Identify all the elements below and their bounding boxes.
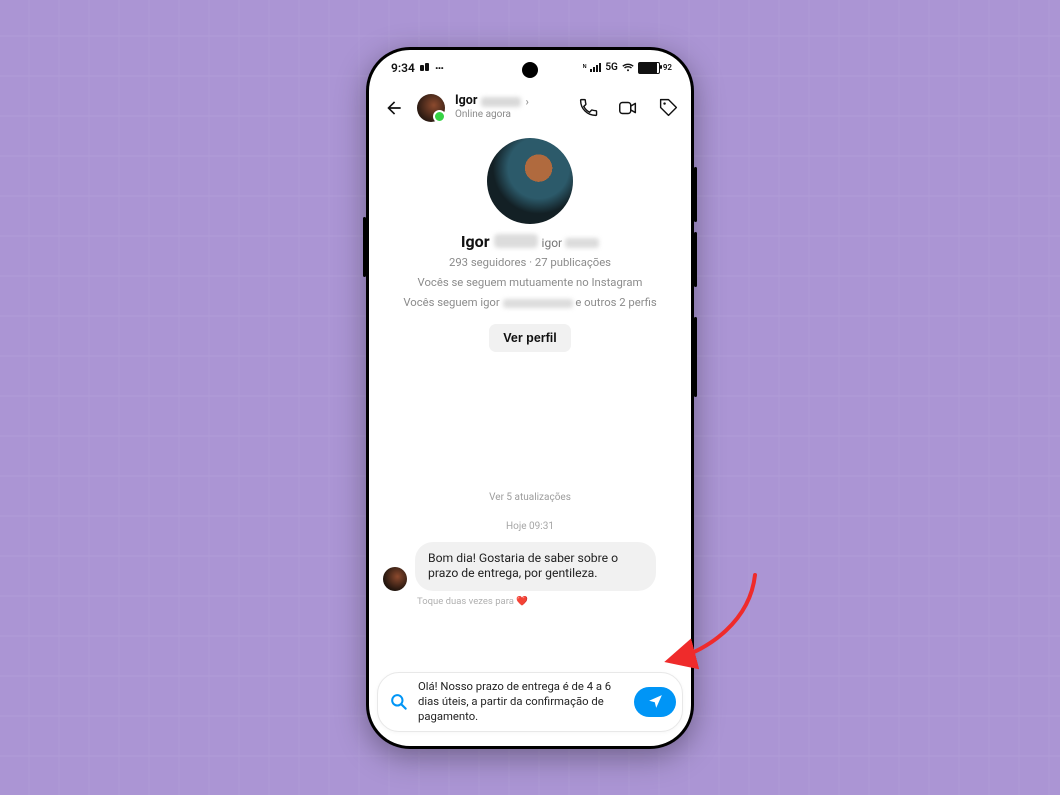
message-composer[interactable]: Olá! Nosso prazo de entrega é de 4 a 6 d…: [377, 672, 683, 732]
view-profile-button[interactable]: Ver perfil: [489, 324, 571, 352]
power-button: [694, 317, 697, 397]
video-call-button[interactable]: [617, 97, 639, 119]
thread-timestamp: Hoje 09:31: [369, 521, 691, 532]
incoming-message-row: Bom dia! Gostaria de saber sobre o prazo…: [369, 532, 691, 592]
network-label: 5G: [605, 62, 618, 73]
volume-down-button: [694, 232, 697, 287]
signal-icon: [590, 63, 601, 72]
header-name-redacted: [481, 97, 521, 107]
header-status: Online agora: [455, 110, 567, 120]
audio-call-button[interactable]: [577, 97, 599, 119]
chevron-right-icon: ›: [525, 96, 528, 107]
profile-name-redacted: [494, 234, 538, 248]
status-notification-icon: [420, 63, 430, 73]
phone-frame: 9:34 ··· ᴺ 5G 92: [366, 47, 694, 749]
profile-stats: 293 seguidores · 27 publicações: [397, 255, 663, 271]
message-avatar[interactable]: [383, 567, 407, 591]
profile-mutual-2b: e outros 2 perfis: [575, 296, 656, 309]
profile-mutual-2a: Vocês seguem igor: [403, 296, 499, 309]
status-more-icon: ···: [435, 61, 443, 75]
chat-body[interactable]: Igor igor 293 seguidores · 27 publicaçõe…: [369, 132, 691, 674]
volume-up-button: [694, 167, 697, 222]
send-icon: [647, 693, 664, 710]
side-key: [363, 217, 366, 277]
profile-mutual-1: Vocês se seguem mutuamente no Instagram: [397, 275, 663, 291]
tag-button[interactable]: [657, 97, 679, 119]
header-avatar[interactable]: [417, 94, 445, 122]
composer-text[interactable]: Olá! Nosso prazo de entrega é de 4 a 6 d…: [418, 679, 626, 725]
back-button[interactable]: [381, 95, 407, 121]
profile-handle-prefix: igor: [542, 236, 563, 250]
presence-dot: [433, 110, 446, 123]
view-updates-link[interactable]: Ver 5 atualizações: [369, 492, 691, 503]
profile-name: Igor: [461, 232, 490, 251]
status-time: 9:34: [391, 61, 415, 75]
profile-card: Igor igor 293 seguidores · 27 publicaçõe…: [369, 132, 691, 352]
double-tap-hint: Toque duas vezes para ❤️: [417, 596, 691, 607]
nfc-icon: ᴺ: [583, 63, 586, 72]
chat-header: Igor › Online agora: [369, 86, 691, 130]
search-icon[interactable]: [388, 691, 410, 713]
incoming-message-bubble[interactable]: Bom dia! Gostaria de saber sobre o prazo…: [415, 542, 656, 592]
profile-avatar[interactable]: [487, 138, 573, 224]
header-name-block[interactable]: Igor › Online agora: [455, 95, 567, 120]
battery-text: 92: [663, 63, 672, 72]
send-button[interactable]: [634, 687, 676, 717]
wifi-icon: [622, 62, 634, 74]
battery-icon: [638, 62, 660, 74]
tutorial-canvas: 9:34 ··· ᴺ 5G 92: [0, 0, 1060, 795]
front-camera: [522, 62, 538, 78]
phone-screen: 9:34 ··· ᴺ 5G 92: [369, 50, 691, 746]
header-name: Igor: [455, 95, 477, 108]
profile-handle-redacted: [565, 238, 599, 248]
profile-mutual-redacted: [503, 299, 573, 308]
